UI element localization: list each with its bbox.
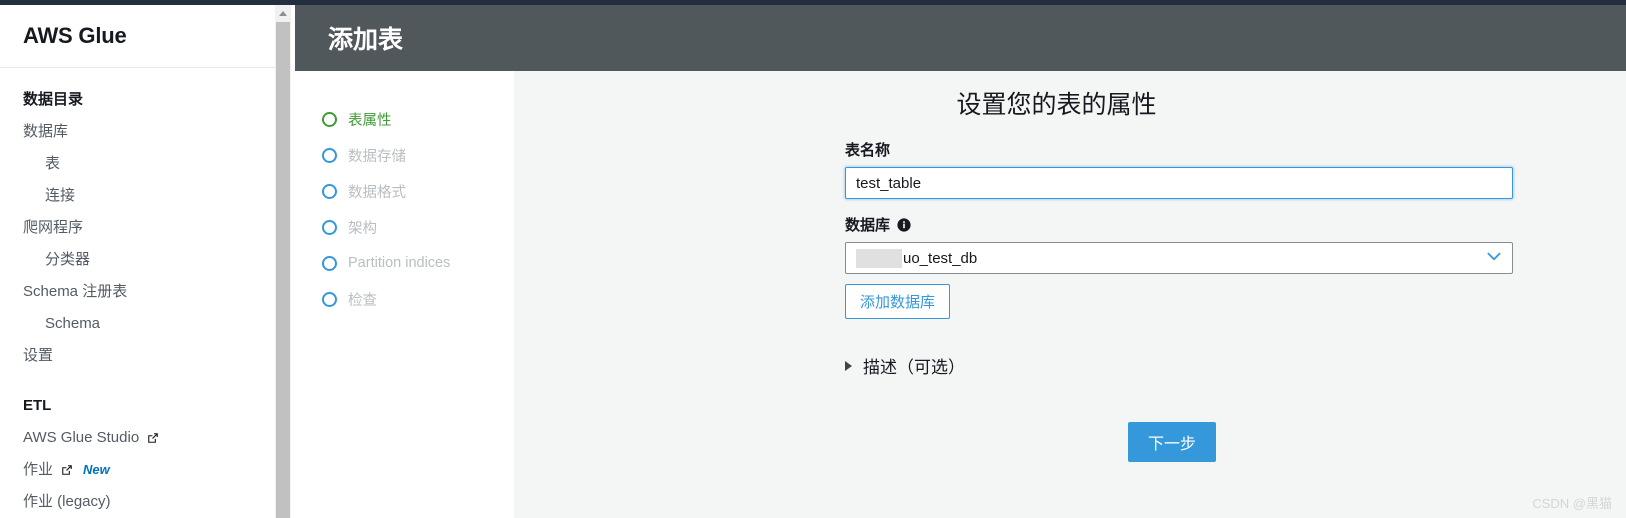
sidebar-item-label: 爬网程序 xyxy=(23,219,84,236)
nav-group-title-data-catalog: 数据目录 xyxy=(23,91,84,108)
description-disclosure-label: 描述（可选） xyxy=(863,358,965,377)
sidebar-brand: AWS Glue xyxy=(0,5,275,68)
wizard-step-label: 数据格式 xyxy=(348,184,406,201)
nav-group-title-etl: ETL xyxy=(23,397,52,414)
sidebar-item-label: 作业 xyxy=(23,461,54,478)
step-indicator-icon xyxy=(322,183,337,199)
sidebar-item-databases[interactable]: 数据库 xyxy=(0,116,275,148)
sidebar-item-label: 设置 xyxy=(23,347,54,364)
chevron-up-icon xyxy=(279,11,287,16)
sidebar-nav: 数据目录 数据库 表 连接 爬网程序 分类器 Schema 注册表 Schema… xyxy=(0,68,275,518)
sidebar-brand-label: AWS Glue xyxy=(23,23,127,48)
table-name-input[interactable] xyxy=(845,167,1513,199)
info-icon[interactable] xyxy=(897,217,911,232)
sidebar-item-label: 表 xyxy=(45,155,61,172)
wizard-step-data-format[interactable]: 数据格式 xyxy=(295,173,514,209)
wizard-step-label: Partition indices xyxy=(348,255,451,271)
sidebar-item-tables[interactable]: 表 xyxy=(0,148,275,180)
wizard-step-table-properties[interactable]: 表属性 xyxy=(295,101,514,137)
sidebar-item-schemas[interactable]: Schema xyxy=(0,308,275,340)
sidebar-item-settings[interactable]: 设置 xyxy=(0,340,275,372)
sidebar-item-label: 连接 xyxy=(45,187,76,204)
external-link-icon xyxy=(147,432,159,444)
sidebar-item-label: Schema 注册表 xyxy=(23,283,128,300)
sidebar-item-label: 作业 (legacy) xyxy=(23,493,111,510)
wizard-step-schema[interactable]: 架构 xyxy=(295,209,514,245)
sidebar-item-aws-glue-studio[interactable]: AWS Glue Studio xyxy=(0,422,275,454)
sidebar-scrollbar[interactable] xyxy=(275,5,291,518)
step-indicator-icon xyxy=(322,291,337,307)
next-button[interactable]: 下一步 xyxy=(1127,422,1216,462)
new-badge: New xyxy=(83,462,110,477)
wizard-step-label: 表属性 xyxy=(348,112,392,129)
wizard-step-label: 数据存储 xyxy=(348,148,406,165)
sidebar-item-connections[interactable]: 连接 xyxy=(0,180,275,212)
page-title: 添加表 xyxy=(328,26,404,54)
table-name-label: 表名称 xyxy=(845,139,1513,160)
external-link-icon xyxy=(61,464,73,476)
wizard-steps: 表属性 数据存储 数据格式 架构 Partition indices 检查 xyxy=(295,71,514,518)
chevron-right-icon xyxy=(845,360,852,371)
database-label: 数据库 xyxy=(845,214,1513,235)
sidebar-item-classifiers[interactable]: 分类器 xyxy=(0,244,275,276)
database-selected-value: uo_test_db xyxy=(903,249,978,267)
sidebar-item-crawlers[interactable]: 爬网程序 xyxy=(0,212,275,244)
redacted-prefix xyxy=(856,248,902,268)
sidebar-item-label: AWS Glue Studio xyxy=(23,429,140,446)
database-select-wrapper[interactable]: uo_test_db xyxy=(845,242,1513,274)
watermark: CSDN @黑猫 xyxy=(1532,496,1612,511)
sidebar-item-label: 数据库 xyxy=(23,123,69,140)
database-label-text: 数据库 xyxy=(845,217,891,234)
sidebar-item-schema-registries[interactable]: Schema 注册表 xyxy=(0,276,275,308)
field-database: 数据库 uo_test_db 添加数据库 xyxy=(845,214,1513,319)
database-select[interactable]: uo_test_db xyxy=(845,242,1513,274)
scrollbar-up-button[interactable] xyxy=(275,5,291,22)
wizard-step-data-store[interactable]: 数据存储 xyxy=(295,137,514,173)
sidebar-item-jobs[interactable]: 作业 New xyxy=(0,454,275,486)
step-indicator-icon xyxy=(322,111,337,127)
form-actions: 下一步 xyxy=(845,422,1513,462)
add-database-button[interactable]: 添加数据库 xyxy=(845,284,951,319)
table-properties-form: 表名称 数据库 uo_test_db xyxy=(845,139,1513,462)
wizard-step-partition-indices[interactable]: Partition indices xyxy=(295,245,514,281)
field-table-name: 表名称 xyxy=(845,139,1513,199)
step-indicator-icon xyxy=(322,219,337,235)
page-header: 添加表 xyxy=(295,5,1626,71)
content-heading: 设置您的表的属性 xyxy=(956,91,1157,119)
scrollbar-thumb[interactable] xyxy=(276,22,290,518)
wizard-step-label: 架构 xyxy=(348,220,377,237)
description-disclosure[interactable]: 描述（可选） xyxy=(845,353,1513,378)
table-name-label-text: 表名称 xyxy=(845,142,891,159)
top-navigation-strip xyxy=(0,0,1626,5)
wizard-step-label: 检查 xyxy=(348,292,377,309)
sidebar: AWS Glue 数据目录 数据库 表 连接 爬网程序 分类器 Schema 注… xyxy=(0,5,275,518)
sidebar-item-label: Schema xyxy=(45,315,101,332)
step-indicator-icon xyxy=(322,147,337,163)
main-content: 设置您的表的属性 表名称 数据库 xyxy=(514,71,1626,518)
sidebar-item-jobs-legacy[interactable]: 作业 (legacy) xyxy=(0,486,275,518)
wizard-step-review[interactable]: 检查 xyxy=(295,281,514,317)
step-indicator-icon xyxy=(322,255,337,271)
sidebar-item-label: 分类器 xyxy=(45,251,91,268)
